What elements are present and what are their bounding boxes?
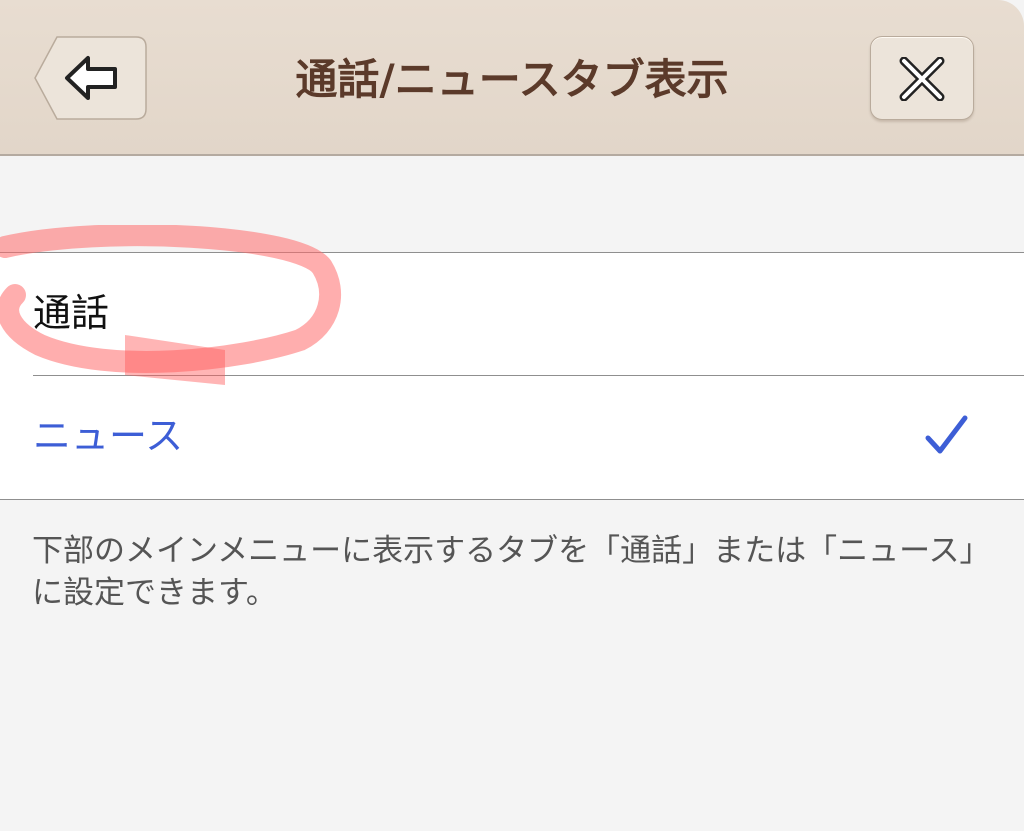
close-button[interactable] (870, 36, 974, 120)
close-icon (899, 57, 945, 101)
back-button[interactable] (33, 36, 147, 120)
back-arrow-icon (34, 36, 147, 120)
checkmark-icon (925, 415, 968, 454)
option-news-label: ニュース (33, 414, 184, 458)
page-title: 通話/ニュースタブ表示 (295, 55, 729, 104)
footer-description: 下部のメインメニューに表示するタブを「通話」または「ニュース」に設定できます。 (32, 533, 976, 611)
option-call-label: 通話 (33, 291, 110, 335)
option-news[interactable]: ニュース (0, 376, 1024, 499)
option-call[interactable]: 通話 (0, 253, 1024, 376)
tab-option-list: 通話 ニュース (0, 252, 1024, 500)
navigation-bar: 通話/ニュースタブ表示 (0, 0, 1024, 156)
